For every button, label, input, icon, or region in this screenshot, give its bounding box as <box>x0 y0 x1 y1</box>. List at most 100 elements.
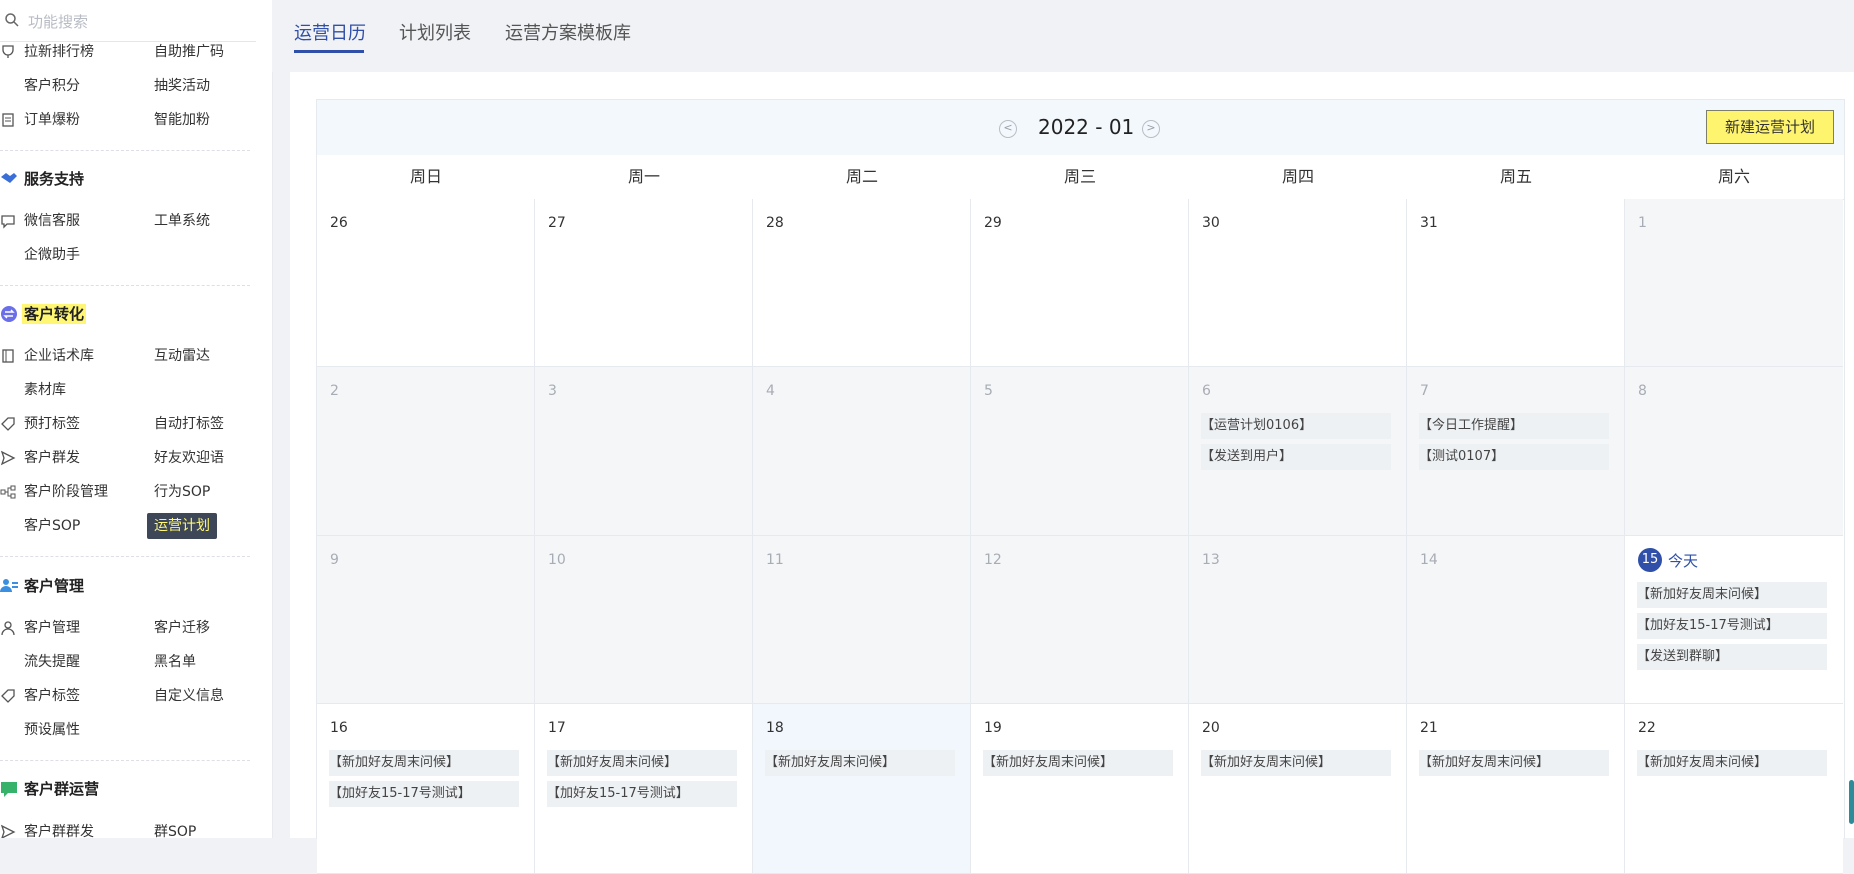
day-number: 13 <box>1202 552 1220 568</box>
sidebar-item-lottery[interactable]: 抽奖活动 <box>154 77 210 95</box>
calendar-day-cell[interactable]: 22 【新加好友周末问候】 <box>1625 704 1843 874</box>
calendar-day-cell[interactable]: 31 <box>1407 199 1625 367</box>
calendar-day-cell[interactable]: 28 <box>753 199 971 367</box>
sidebar-item-radar[interactable]: 互动雷达 <box>154 347 210 365</box>
sidebar-item-custom-info[interactable]: 自定义信息 <box>154 687 224 705</box>
divider <box>0 285 250 286</box>
function-search[interactable]: 功能搜索 <box>0 0 256 42</box>
calendar-event[interactable]: 【新加好友周末问候】 <box>1201 750 1391 776</box>
calendar-day-cell[interactable]: 29 <box>971 199 1189 367</box>
calendar-event[interactable]: 【运营计划0106】 <box>1201 413 1391 439</box>
sidebar-item-order-fans[interactable]: 订单爆粉 <box>24 111 80 129</box>
sidebar-item-customer-migration[interactable]: 客户迁移 <box>154 619 210 637</box>
sidebar-item-mass-send[interactable]: 客户群发 <box>24 449 80 467</box>
calendar-day-cell[interactable]: 14 <box>1407 536 1625 704</box>
calendar-event[interactable]: 【新加好友周末问候】 <box>983 750 1173 776</box>
weekday-header: 周日 <box>409 167 442 186</box>
calendar-day-cell[interactable]: 8 <box>1625 367 1843 536</box>
calendar-event[interactable]: 【新加好友周末问候】 <box>547 750 737 776</box>
sidebar-item-smart-add-fans[interactable]: 智能加粉 <box>154 111 210 129</box>
prev-month-icon[interactable]: < <box>999 120 1017 138</box>
sidebar-item-churn-alert[interactable]: 流失提醒 <box>24 653 80 671</box>
day-number: 18 <box>766 720 784 736</box>
calendar-day-cell[interactable]: 30 <box>1189 199 1407 367</box>
day-number: 5 <box>984 383 993 399</box>
calendar-day-cell[interactable]: 6 【运营计划0106】 【发送到用户】 <box>1189 367 1407 536</box>
sidebar-item-customer-mgmt[interactable]: 客户管理 <box>24 619 80 637</box>
day-number: 31 <box>1420 215 1438 231</box>
calendar-day-cell[interactable]: 3 <box>535 367 753 536</box>
sidebar-item-referral-ranking[interactable]: 拉新排行榜 <box>24 43 94 61</box>
sidebar-item-wechat-service[interactable]: 微信客服 <box>24 212 80 230</box>
calendar-event[interactable]: 【新加好友周末问候】 <box>1637 582 1827 608</box>
calendar-day-cell[interactable]: 27 <box>535 199 753 367</box>
calendar-event[interactable]: 【新加好友周末问候】 <box>1419 750 1609 776</box>
calendar: < 2022 - 01 > 新建运营计划 周日 周一 周二 周三 周四 周五 周六 26 27… <box>316 99 1845 874</box>
tab-operation-calendar[interactable]: 运营日历 <box>294 19 366 45</box>
calendar-day-cell[interactable]: 10 <box>535 536 753 704</box>
sidebar-item-stage-mgmt[interactable]: 客户阶段管理 <box>24 483 108 501</box>
sidebar-item-customer-sop[interactable]: 客户SOP <box>24 517 80 535</box>
calendar-day-cell[interactable]: 26 <box>317 199 535 367</box>
calendar-day-cell[interactable]: 16 【新加好友周末问候】 【加好友15-17号测试】 <box>317 704 535 874</box>
sidebar-item-promo-code[interactable]: 自助推广码 <box>154 43 224 61</box>
calendar-day-cell[interactable]: 21 【新加好友周末问候】 <box>1407 704 1625 874</box>
day-number: 19 <box>984 720 1002 736</box>
conversion-icon <box>1 306 17 322</box>
sidebar-item-behavior-sop[interactable]: 行为SOP <box>154 483 210 501</box>
calendar-day-cell[interactable]: 9 <box>317 536 535 704</box>
next-month-icon[interactable]: > <box>1142 120 1160 138</box>
calendar-day-cell[interactable]: 12 <box>971 536 1189 704</box>
day-number: 1 <box>1638 215 1647 231</box>
sidebar-item-script-library[interactable]: 企业话术库 <box>24 347 94 365</box>
calendar-event[interactable]: 【今日工作提醒】 <box>1419 413 1609 439</box>
floating-widget[interactable] <box>1849 780 1854 824</box>
sidebar-item-operation-plan[interactable]: 运营计划 <box>147 513 217 539</box>
sidebar-item-auto-tag[interactable]: 自动打标签 <box>154 415 224 433</box>
sidebar-item-wecom-assistant[interactable]: 企微助手 <box>24 246 80 264</box>
calendar-event[interactable]: 【新加好友周末问候】 <box>329 750 519 776</box>
trophy-icon <box>2 45 14 58</box>
tab-template-library[interactable]: 运营方案模板库 <box>505 19 631 45</box>
calendar-day-cell[interactable]: 1 <box>1625 199 1843 367</box>
sidebar-item-customer-points[interactable]: 客户积分 <box>24 77 80 95</box>
day-number: 7 <box>1420 383 1429 399</box>
calendar-day-cell[interactable]: 7 【今日工作提醒】 【测试0107】 <box>1407 367 1625 536</box>
calendar-day-cell[interactable]: 13 <box>1189 536 1407 704</box>
divider <box>0 760 250 761</box>
chat-icon <box>1 215 15 229</box>
calendar-day-cell[interactable]: 15 今天 【新加好友周末问候】 【加好友15-17号测试】 【发送到群聊】 <box>1625 536 1843 704</box>
calendar-event[interactable]: 【加好友15-17号测试】 <box>1637 613 1827 639</box>
sidebar-item-welcome-msg[interactable]: 好友欢迎语 <box>154 449 224 467</box>
calendar-event[interactable]: 【加好友15-17号测试】 <box>329 781 519 807</box>
sidebar-item-ticket-system[interactable]: 工单系统 <box>154 212 210 230</box>
calendar-day-cell[interactable]: 19 【新加好友周末问候】 <box>971 704 1189 874</box>
search-icon <box>5 13 19 27</box>
sidebar-item-customer-tags[interactable]: 客户标签 <box>24 687 80 705</box>
calendar-day-cell[interactable]: 5 <box>971 367 1189 536</box>
sidebar-item-preset-attrs[interactable]: 预设属性 <box>24 721 80 739</box>
group-title-customer-mgmt: 客户管理 <box>24 577 85 595</box>
calendar-day-cell[interactable]: 4 <box>753 367 971 536</box>
calendar-day-cell[interactable]: 11 <box>753 536 971 704</box>
calendar-day-cell[interactable]: 17 【新加好友周末问候】 【加好友15-17号测试】 <box>535 704 753 874</box>
new-operation-plan-button[interactable]: 新建运营计划 <box>1706 110 1834 144</box>
calendar-event[interactable]: 【新加好友周末问候】 <box>765 750 955 776</box>
calendar-event[interactable]: 【发送到用户】 <box>1201 444 1391 470</box>
calendar-event[interactable]: 【测试0107】 <box>1419 444 1609 470</box>
calendar-event[interactable]: 【加好友15-17号测试】 <box>547 781 737 807</box>
sidebar-item-blacklist[interactable]: 黑名单 <box>154 653 196 671</box>
calendar-day-cell[interactable]: 2 <box>317 367 535 536</box>
sidebar-item-pre-tag[interactable]: 预打标签 <box>24 415 80 433</box>
day-number: 3 <box>548 383 557 399</box>
calendar-day-cell[interactable]: 20 【新加好友周末问候】 <box>1189 704 1407 874</box>
calendar-event[interactable]: 【新加好友周末问候】 <box>1637 750 1827 776</box>
sidebar-item-group-mass-send[interactable]: 客户群群发 <box>24 823 94 838</box>
sidebar-item-materials[interactable]: 素材库 <box>24 381 66 399</box>
tag-icon <box>1 417 15 431</box>
day-number: 22 <box>1638 720 1656 736</box>
tab-plan-list[interactable]: 计划列表 <box>399 19 471 45</box>
calendar-event[interactable]: 【发送到群聊】 <box>1637 644 1827 670</box>
sidebar-item-group-sop[interactable]: 群SOP <box>154 823 196 838</box>
calendar-day-cell[interactable]: 18 【新加好友周末问候】 <box>753 704 971 874</box>
